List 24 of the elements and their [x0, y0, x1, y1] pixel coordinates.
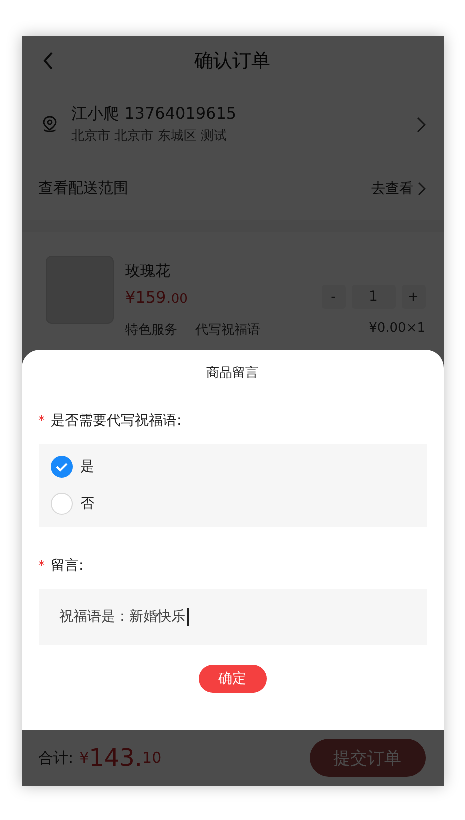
delivery-range-label: 查看配送范围	[38, 179, 128, 198]
service-label: 特色服务	[126, 322, 178, 339]
service-price: ¥0.00×1	[369, 321, 426, 338]
service-name: 代写祝福语	[196, 322, 260, 339]
recipient-name-phone: 江小爬 13764019615	[72, 104, 238, 125]
confirm-button[interactable]: 确定	[198, 665, 266, 693]
sheet-title: 商品留言	[206, 365, 258, 382]
product-name: 玫瑰花	[126, 262, 172, 281]
page-title: 确认订单	[194, 49, 270, 74]
view-link[interactable]: 去查看	[372, 180, 414, 198]
currency-symbol: ¥	[80, 749, 90, 767]
price-decimals: 00	[171, 292, 188, 306]
required-mark: *	[38, 558, 45, 574]
question-label: 是否需要代写祝福语:	[51, 412, 182, 430]
message-label: 留言:	[51, 557, 84, 575]
option-label[interactable]: 是	[80, 458, 94, 476]
address-text: 北京市 北京市 东城区 测试	[72, 128, 228, 145]
required-mark: *	[38, 414, 45, 428]
total-label: 合计:	[38, 748, 74, 768]
option-label[interactable]: 否	[80, 495, 94, 513]
total-amount: 143.	[89, 744, 143, 772]
total-decimals: 10	[142, 749, 162, 767]
product-price: ¥159.	[126, 288, 172, 306]
message-field[interactable]: 祝福语是：新婚快乐	[38, 589, 426, 645]
